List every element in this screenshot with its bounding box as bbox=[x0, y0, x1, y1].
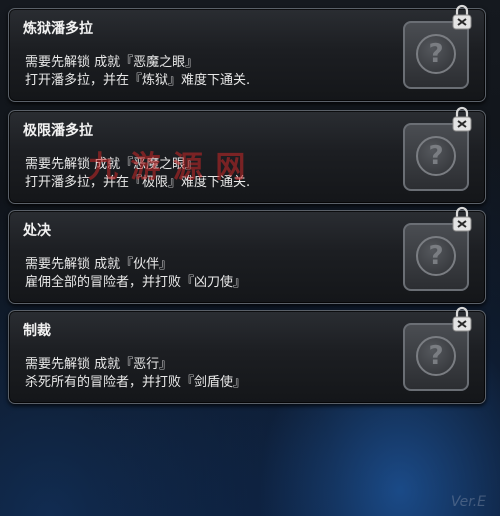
achievement-icon-frame: ? bbox=[403, 323, 469, 391]
achievement-icon-frame: ? bbox=[403, 223, 469, 291]
achievement-title: 炼狱潘多拉 bbox=[23, 21, 93, 37]
padlock-icon bbox=[452, 4, 472, 30]
achievement-requirement: 需要先解锁 成就『恶行』 bbox=[25, 357, 173, 372]
padlock-icon bbox=[452, 306, 472, 332]
achievement-title: 制裁 bbox=[23, 323, 51, 339]
question-mark-icon: ? bbox=[416, 236, 456, 276]
question-mark-icon: ? bbox=[416, 34, 456, 74]
version-label: Ver.E bbox=[450, 494, 486, 510]
achievement-requirement: 需要先解锁 成就『恶魔之眼』 bbox=[25, 55, 199, 70]
achievement-card[interactable]: 极限潘多拉 需要先解锁 成就『恶魔之眼』 打开潘多拉，并在『极限』难度下通关. … bbox=[8, 106, 486, 204]
achievement-condition: 打开潘多拉，并在『极限』难度下通关. bbox=[25, 175, 251, 190]
achievement-card[interactable]: 处决 需要先解锁 成就『伙伴』 雇佣全部的冒险者，并打败『凶刀使』 ? bbox=[8, 206, 486, 304]
achievement-card[interactable]: 制裁 需要先解锁 成就『恶行』 杀死所有的冒险者，并打败『剑盾使』 ? bbox=[8, 306, 486, 404]
question-mark-icon: ? bbox=[416, 136, 456, 176]
padlock-icon bbox=[452, 206, 472, 232]
question-mark-icon: ? bbox=[416, 336, 456, 376]
achievement-condition: 雇佣全部的冒险者，并打败『凶刀使』 bbox=[25, 275, 247, 290]
achievement-requirement: 需要先解锁 成就『伙伴』 bbox=[25, 257, 173, 272]
achievement-card[interactable]: 炼狱潘多拉 需要先解锁 成就『恶魔之眼』 打开潘多拉，并在『炼狱』难度下通关. … bbox=[8, 4, 486, 102]
achievement-condition: 打开潘多拉，并在『炼狱』难度下通关. bbox=[25, 73, 251, 88]
achievement-icon-frame: ? bbox=[403, 21, 469, 89]
achievement-icon-frame: ? bbox=[403, 123, 469, 191]
achievement-condition: 杀死所有的冒险者，并打败『剑盾使』 bbox=[25, 375, 247, 390]
achievement-title: 处决 bbox=[23, 223, 51, 239]
padlock-icon bbox=[452, 106, 472, 132]
achievement-screen: 炼狱潘多拉 需要先解锁 成就『恶魔之眼』 打开潘多拉，并在『炼狱』难度下通关. … bbox=[0, 0, 500, 516]
achievement-title: 极限潘多拉 bbox=[23, 123, 93, 139]
achievement-requirement: 需要先解锁 成就『恶魔之眼』 bbox=[25, 157, 199, 172]
